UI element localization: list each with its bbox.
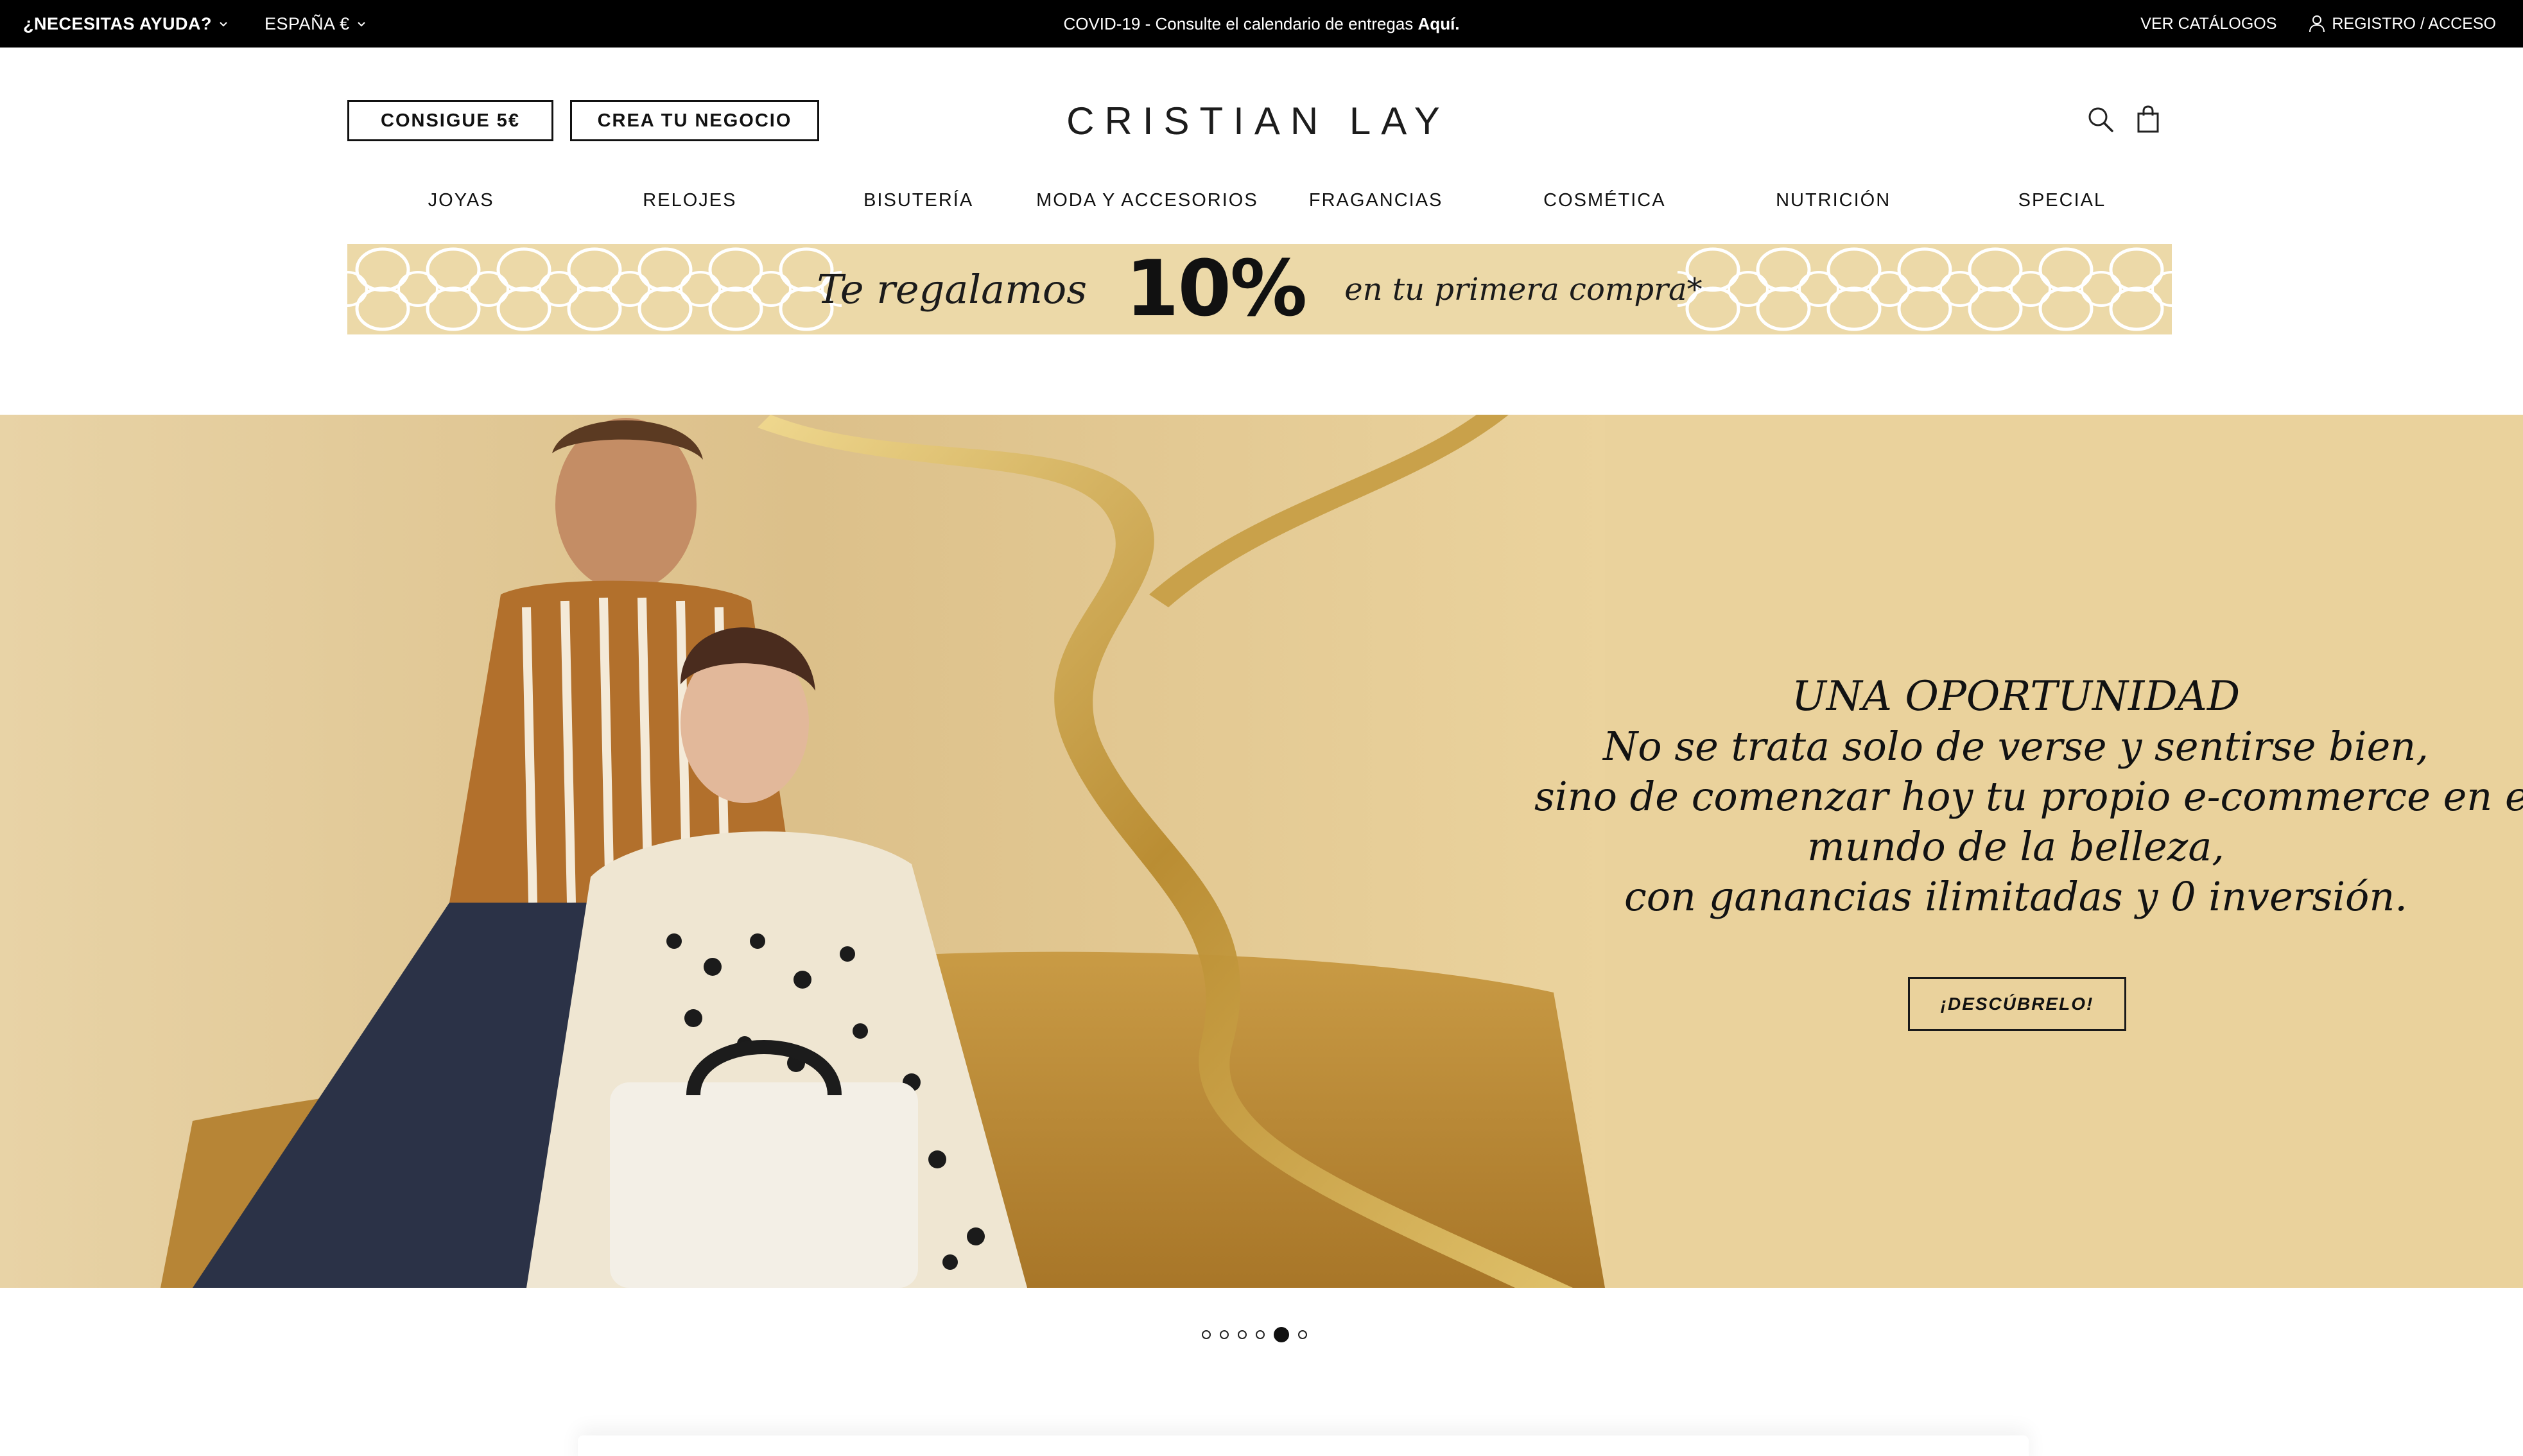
hero-title: UNA OPORTUNIDAD: [1791, 673, 2241, 720]
carousel-dot-1[interactable]: [1202, 1330, 1211, 1339]
carousel-dots: [1202, 1325, 1307, 1344]
promo-banner[interactable]: Te regalamos 10% en tu primera compra*: [347, 244, 2172, 334]
carousel-dot-6[interactable]: [1298, 1330, 1307, 1339]
nav-item-relojes[interactable]: RELOJES: [575, 190, 804, 221]
promo-text-after: en tu primera compra*: [1344, 271, 1703, 308]
covid-notice: COVID-19 - Consulte el calendario de ent…: [1063, 14, 1459, 34]
nav-item-special[interactable]: SPECIAL: [1948, 190, 2176, 221]
help-menu-label: ¿NECESITAS AYUDA?: [23, 13, 212, 33]
get-5-euro-button[interactable]: CONSIGUE 5€: [347, 100, 553, 141]
search-icon[interactable]: [2084, 103, 2117, 136]
help-menu[interactable]: ¿NECESITAS AYUDA?: [23, 14, 229, 34]
promo-text-before: Te regalamos: [817, 266, 1088, 313]
country-selector[interactable]: ESPAÑA €: [264, 14, 367, 34]
top-bar-right: VER CATÁLOGOS REGISTRO / ACCESO: [2140, 0, 2496, 48]
hero-slide: UNA OPORTUNIDAD No se trata solo de vers…: [0, 415, 2523, 1288]
promo-percent: 10%: [1125, 245, 1307, 334]
top-bar-left: ¿NECESITAS AYUDA? ESPAÑA €: [23, 0, 367, 48]
main-nav: JOYAS RELOJES BISUTERÍA MODA Y ACCESORIO…: [347, 190, 2176, 221]
hero-line-1: No se trata solo de verse y sentirse bie…: [1603, 723, 2429, 770]
nav-item-cosmetica[interactable]: COSMÉTICA: [1490, 190, 1719, 221]
covid-notice-link[interactable]: Aquí.: [1418, 14, 1460, 33]
shopping-bag-icon[interactable]: [2131, 103, 2165, 136]
next-section-card: [578, 1435, 2029, 1456]
carousel-dot-2[interactable]: [1220, 1330, 1229, 1339]
country-selector-label: ESPAÑA €: [264, 13, 350, 33]
discover-button[interactable]: ¡DESCÚBRELO!: [1908, 977, 2126, 1031]
carousel-dot-3[interactable]: [1238, 1330, 1247, 1339]
carousel-dot-5[interactable]: [1274, 1327, 1289, 1342]
site-logo[interactable]: CRISTIAN LAY: [1053, 95, 1464, 146]
carousel-dot-4[interactable]: [1256, 1330, 1265, 1339]
nav-item-fragancias[interactable]: FRAGANCIAS: [1262, 190, 1490, 221]
chevron-down-icon: [357, 22, 365, 27]
hero-line-3: mundo de la belleza,: [1807, 823, 2225, 870]
hero-line-4: con ganancias ilimitadas y 0 inversión.: [1624, 873, 2407, 920]
nav-item-bisuteria[interactable]: BISUTERÍA: [804, 190, 1033, 221]
nav-item-moda-accesorios[interactable]: MODA Y ACCESORIOS: [1033, 190, 1262, 221]
hero-copy: UNA OPORTUNIDAD No se trata solo de vers…: [1534, 672, 2523, 922]
create-business-button[interactable]: CREA TU NEGOCIO: [570, 100, 819, 141]
user-icon: [2309, 15, 2325, 33]
catalogs-link[interactable]: VER CATÁLOGOS: [2140, 15, 2276, 33]
account-link[interactable]: REGISTRO / ACCESO: [2309, 15, 2496, 33]
nav-item-joyas[interactable]: JOYAS: [347, 190, 575, 221]
covid-notice-text: COVID-19 - Consulte el calendario de ent…: [1063, 13, 1418, 33]
top-bar: ¿NECESITAS AYUDA? ESPAÑA € COVID-19 - Co…: [0, 0, 2523, 48]
account-link-label: REGISTRO / ACCESO: [2332, 14, 2496, 33]
promo-text: Te regalamos 10% en tu primera compra*: [347, 244, 2172, 334]
chevron-down-icon: [220, 22, 227, 27]
hero-line-2: sino de comenzar hoy tu propio e-commerc…: [1534, 773, 2523, 820]
nav-item-nutricion[interactable]: NUTRICIÓN: [1719, 190, 1948, 221]
